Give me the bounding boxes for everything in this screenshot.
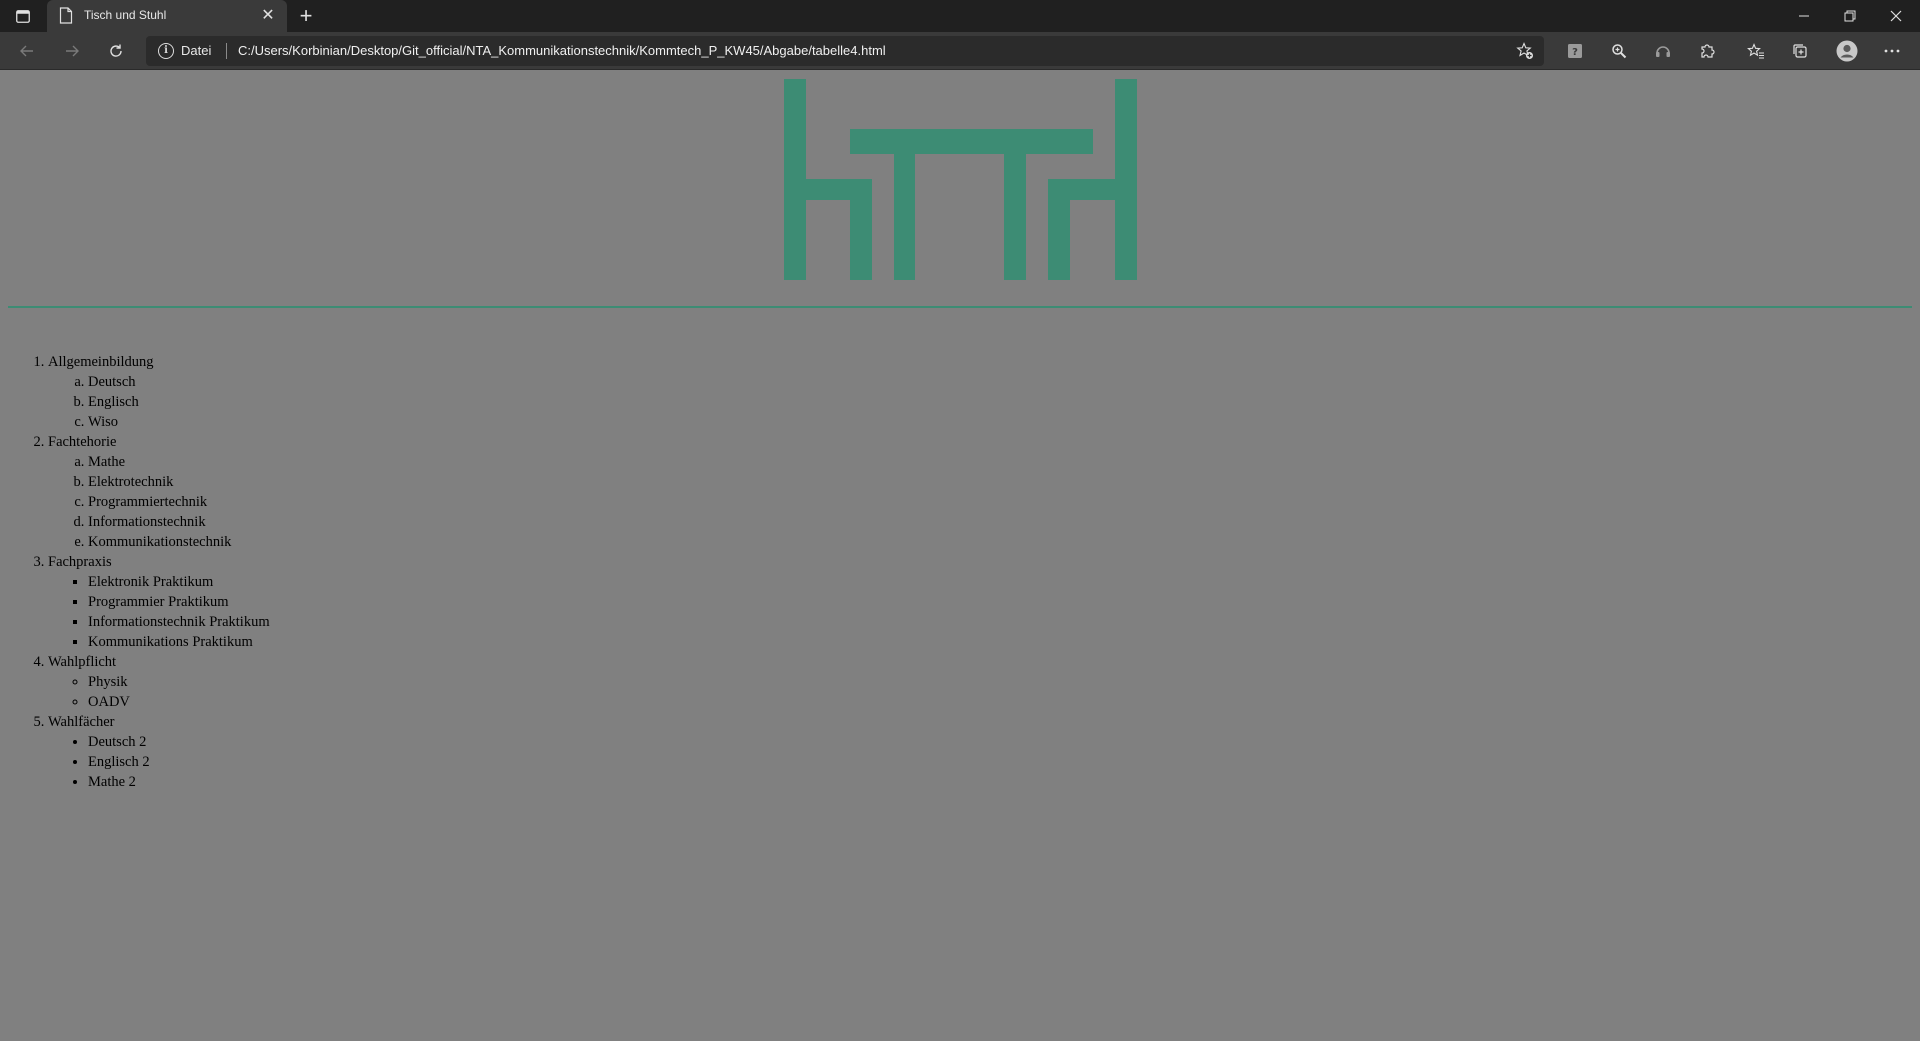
course-item: Informationstechnik (88, 512, 270, 532)
tab-bar: Tisch und Stuhl ✕ + (0, 0, 1920, 32)
page-content: AllgemeinbildungDeutschEnglischWisoFacht… (0, 70, 1920, 1041)
course-item: Physik (88, 672, 270, 692)
subject-item: Fachpraxis Elektronik PraktikumProgrammie… (48, 552, 270, 652)
course-item: Deutsch 2 (88, 732, 270, 752)
subject-item: Wahlpflicht PhysikOADV (48, 652, 270, 712)
collections-icon[interactable] (1785, 36, 1815, 66)
course-item: Informationstechnik Praktikum (88, 612, 270, 632)
tab-close-button[interactable]: ✕ (259, 7, 277, 25)
course-item: Englisch (88, 392, 270, 412)
subject-sublist: Deutsch 2Englisch 2Mathe 2 (48, 732, 270, 792)
subject-label: Fachpraxis (48, 554, 112, 570)
back-button[interactable] (12, 36, 42, 66)
address-bar[interactable]: i Datei C:/Users/Korbinian/Desktop/Git_o… (146, 36, 1544, 66)
favorites-icon[interactable] (1741, 36, 1771, 66)
info-icon[interactable]: i (158, 43, 174, 59)
subject-label: Wahlfächer (48, 714, 115, 730)
forward-button[interactable] (57, 36, 87, 66)
browser-toolbar: i Datei C:/Users/Korbinian/Desktop/Git_o… (0, 32, 1920, 93)
course-item: Wiso (88, 412, 270, 432)
subject-sublist: PhysikOADV (48, 672, 270, 712)
logo-shape (1115, 79, 1137, 280)
svg-text:?: ? (1572, 47, 1578, 58)
close-window-button[interactable] (1873, 0, 1919, 32)
new-tab-button[interactable]: + (294, 4, 318, 28)
course-item: Deutsch (88, 372, 270, 392)
course-item: OADV (88, 692, 270, 712)
logo-shapes (784, 79, 1137, 280)
course-item: Programmiertechnik (88, 492, 270, 512)
url-text[interactable]: C:/Users/Korbinian/Desktop/Git_official/… (238, 43, 886, 58)
course-item: Elektrotechnik (88, 472, 270, 492)
read-aloud-icon[interactable] (1648, 36, 1678, 66)
logo-shape (1004, 129, 1026, 280)
course-item: Programmier Praktikum (88, 592, 270, 612)
extension-icon[interactable]: ? (1560, 36, 1590, 66)
active-tab[interactable]: Tisch und Stuhl ✕ (47, 0, 287, 32)
course-item: Mathe (88, 452, 270, 472)
restore-button[interactable] (1827, 0, 1873, 32)
subject-label: Wahlpflicht (48, 654, 117, 670)
subject-list: AllgemeinbildungDeutschEnglischWisoFacht… (0, 352, 270, 792)
course-item: Englisch 2 (88, 752, 270, 772)
profile-icon[interactable] (1832, 36, 1862, 66)
tab-actions-icon[interactable] (14, 7, 32, 25)
course-item: Elektronik Praktikum (88, 572, 270, 592)
subject-sublist: MatheElektrotechnikProgrammiertechnikInf… (48, 452, 270, 552)
logo-shape (850, 179, 872, 280)
scheme-label: Datei (181, 43, 212, 58)
refresh-button[interactable] (101, 36, 131, 66)
course-item: Mathe 2 (88, 772, 270, 792)
zoom-icon[interactable] (1604, 36, 1634, 66)
logo-shape (850, 129, 1093, 154)
horizontal-rule (8, 306, 1912, 308)
subject-label: Allgemeinbildung (48, 354, 154, 370)
tab-title: Tisch und Stuhl (84, 8, 167, 22)
more-icon[interactable] (1877, 36, 1907, 66)
subject-item: Allgemeinbildung DeutschEnglischWiso (48, 352, 270, 432)
logo-shape (1048, 179, 1070, 280)
subject-item: Fachtehorie MatheElektrotechnikProgrammie… (48, 432, 270, 552)
minimize-button[interactable] (1781, 0, 1827, 32)
table-and-chairs-logo (784, 79, 1137, 280)
subject-item: Wahlfächer Deutsch 2Englisch 2Mathe 2 (48, 712, 270, 792)
subject-label: Fachtehorie (48, 434, 117, 450)
address-separator (226, 43, 227, 59)
page-icon (59, 7, 73, 24)
subject-sublist: DeutschEnglischWiso (48, 372, 270, 432)
add-favorite-icon[interactable] (1516, 42, 1534, 60)
subject-sublist: Elektronik PraktikumProgrammier Praktiku… (48, 572, 270, 652)
course-item: Kommunikationstechnik (88, 532, 270, 552)
course-item: Kommunikations Praktikum (88, 632, 270, 652)
logo-shape (894, 129, 915, 280)
extensions-puzzle-icon[interactable] (1692, 36, 1722, 66)
